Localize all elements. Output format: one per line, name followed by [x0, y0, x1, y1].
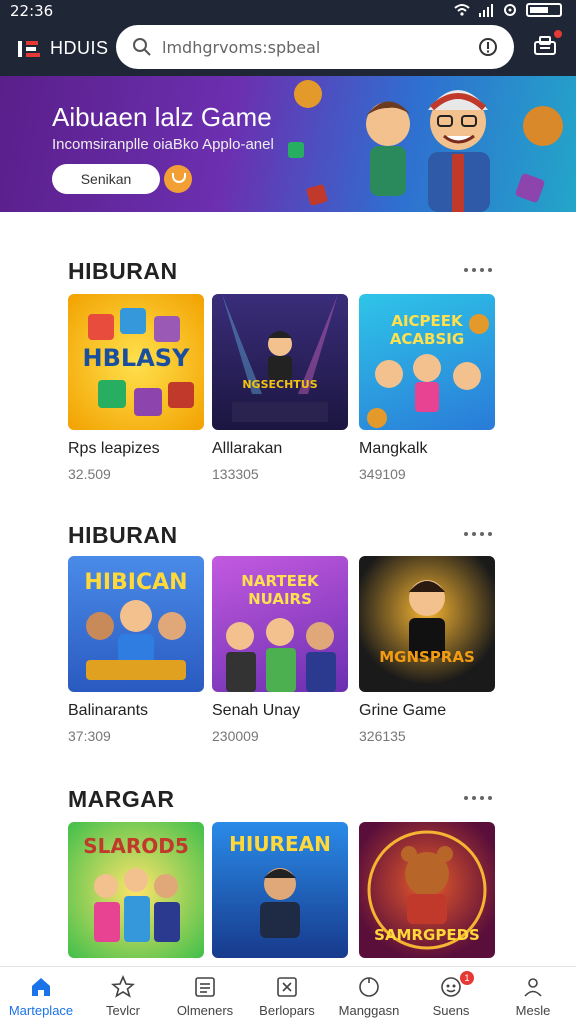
inbox-icon — [534, 36, 556, 55]
game-thumbnail: AICPEEK ACABSIG — [359, 294, 495, 430]
nav-mesle[interactable]: Mesle — [492, 967, 574, 1024]
game-thumbnail: HIBICAN — [68, 556, 204, 692]
game-name: Balinarants — [68, 702, 149, 719]
list-icon — [195, 977, 215, 997]
game-art-text: NGSECHTUS — [242, 378, 318, 391]
game-thumbnail: SLAROD5 — [68, 822, 204, 958]
search-text: lmdhgrvoms:spbeal — [162, 38, 321, 57]
game-name: Alllarakan — [212, 440, 283, 457]
brand-name: HDUIS — [50, 38, 109, 58]
notification-badge: 1 — [460, 971, 474, 985]
game-art-text: SLAROD5 — [83, 834, 189, 858]
nav-label: Marteplace — [8, 1003, 74, 1018]
banner-subtitle: Incomsiranplle oiaBko Applo-anel — [52, 136, 274, 153]
promo-banner[interactable]: Aibuaen lalz Game Incomsiranplle oiaBko … — [0, 76, 576, 212]
settings-status-icon — [504, 4, 516, 16]
game-thumbnail: MGNSPRAS — [359, 556, 495, 692]
brand[interactable]: HDUIS — [18, 38, 109, 59]
game-card[interactable]: SAMRGPEDS — [359, 822, 495, 958]
game-card[interactable]: HIUREAN — [212, 822, 348, 958]
game-art-text: HIBICAN — [84, 570, 188, 595]
game-thumbnail: NGSECHTUS — [212, 294, 348, 430]
search-icon — [133, 38, 151, 56]
top-bar: 22:36 HDUIS lmdhgrvoms:spbeal — [0, 0, 576, 76]
notification-dot — [554, 30, 562, 38]
game-art-text: SAMRGPEDS — [374, 926, 480, 944]
banner-cta-button[interactable]: Senikan — [52, 164, 160, 194]
nav-marketplace[interactable]: Marteplace — [0, 967, 82, 1024]
status-bar: 22:36 — [0, 0, 576, 22]
bottom-navigation: Marteplace Tevlcr Olmeners Berlopars Man… — [0, 966, 576, 1024]
game-card[interactable]: NGSECHTUS Alllarakan 133305 — [212, 294, 348, 482]
nav-manggasn[interactable]: Manggasn — [328, 967, 410, 1024]
game-card[interactable]: AICPEEK ACABSIG Mangkalk 349109 — [359, 294, 495, 482]
star-icon — [111, 975, 135, 998]
nav-label: Manggasn — [338, 1003, 400, 1018]
grid-icon — [277, 977, 297, 997]
game-thumbnail: HIUREAN — [212, 822, 348, 958]
game-card[interactable]: MGNSPRAS Grine Game 326135 — [359, 556, 495, 744]
section-hiburan-1: HIBURAN HBLASY Rps leapizes 32.509 NGSEC… — [0, 212, 576, 512]
game-art-text: HIUREAN — [229, 832, 331, 856]
game-card[interactable]: HIBICAN Balinarants 37:309 — [68, 556, 204, 744]
nav-tevlcr[interactable]: Tevlcr — [82, 967, 164, 1024]
user-icon — [524, 978, 542, 997]
more-options-icon[interactable] — [464, 268, 492, 274]
banner-title: Aibuaen lalz Game — [52, 102, 272, 132]
section-margar: MARGAR SLAROD5 HIUREAN SAMRGPEDS — [0, 740, 576, 966]
nav-label: Mesle — [515, 1003, 551, 1018]
battery-icon — [526, 3, 562, 17]
notification-button[interactable] — [532, 30, 562, 58]
section-title: HIBURAN — [68, 522, 178, 548]
game-art-text: NARTEEK NUAIRS — [241, 572, 319, 608]
more-options-icon[interactable] — [464, 796, 492, 802]
section-title: HIBURAN — [68, 258, 178, 284]
game-art-text: HBLASY — [82, 344, 190, 372]
game-name: Grine Game — [359, 702, 447, 719]
alert-icon[interactable] — [478, 37, 498, 57]
status-time: 22:36 — [10, 2, 54, 20]
search-input[interactable]: lmdhgrvoms:spbeal — [116, 25, 514, 69]
home-icon — [32, 978, 50, 996]
game-card[interactable]: NARTEEK NUAIRS Senah Unay 230009 — [212, 556, 348, 744]
game-card[interactable]: HBLASY Rps leapizes 32.509 — [68, 294, 204, 482]
section-hiburan-2: HIBURAN HIBICAN Balinarants 37:309 NARTE… — [0, 476, 576, 776]
nav-label: Tevlcr — [106, 1003, 140, 1018]
game-thumbnail: SAMRGPEDS — [359, 822, 495, 958]
status-icons — [454, 3, 562, 17]
game-art-text: MGNSPRAS — [379, 648, 475, 666]
banner-play-icon[interactable] — [164, 165, 192, 193]
game-name: Rps leapizes — [68, 440, 160, 457]
game-thumbnail: NARTEEK NUAIRS — [212, 556, 348, 692]
nav-label: Berlopars — [259, 1003, 315, 1018]
wifi-icon — [454, 4, 470, 16]
nav-label: Olmeners — [176, 1003, 234, 1018]
game-card[interactable]: SLAROD5 — [68, 822, 204, 958]
nav-berlopars[interactable]: Berlopars — [246, 967, 328, 1024]
nav-label: Suens — [432, 1003, 470, 1018]
nav-olmeners[interactable]: Olmeners — [164, 967, 246, 1024]
section-title: MARGAR — [68, 786, 175, 812]
game-thumbnail: HBLASY — [68, 294, 204, 430]
game-name: Mangkalk — [359, 440, 428, 457]
game-art — [222, 294, 338, 422]
brand-logo-icon — [18, 40, 44, 57]
circle-icon — [359, 977, 379, 997]
banner-character-art — [288, 80, 563, 212]
nav-suens[interactable]: 1 Suens — [410, 967, 492, 1024]
more-options-icon[interactable] — [464, 532, 492, 538]
signal-icon — [479, 4, 493, 17]
game-name: Senah Unay — [212, 702, 301, 719]
game-art — [409, 580, 445, 658]
game-art-text: AICPEEK ACABSIG — [389, 312, 465, 348]
